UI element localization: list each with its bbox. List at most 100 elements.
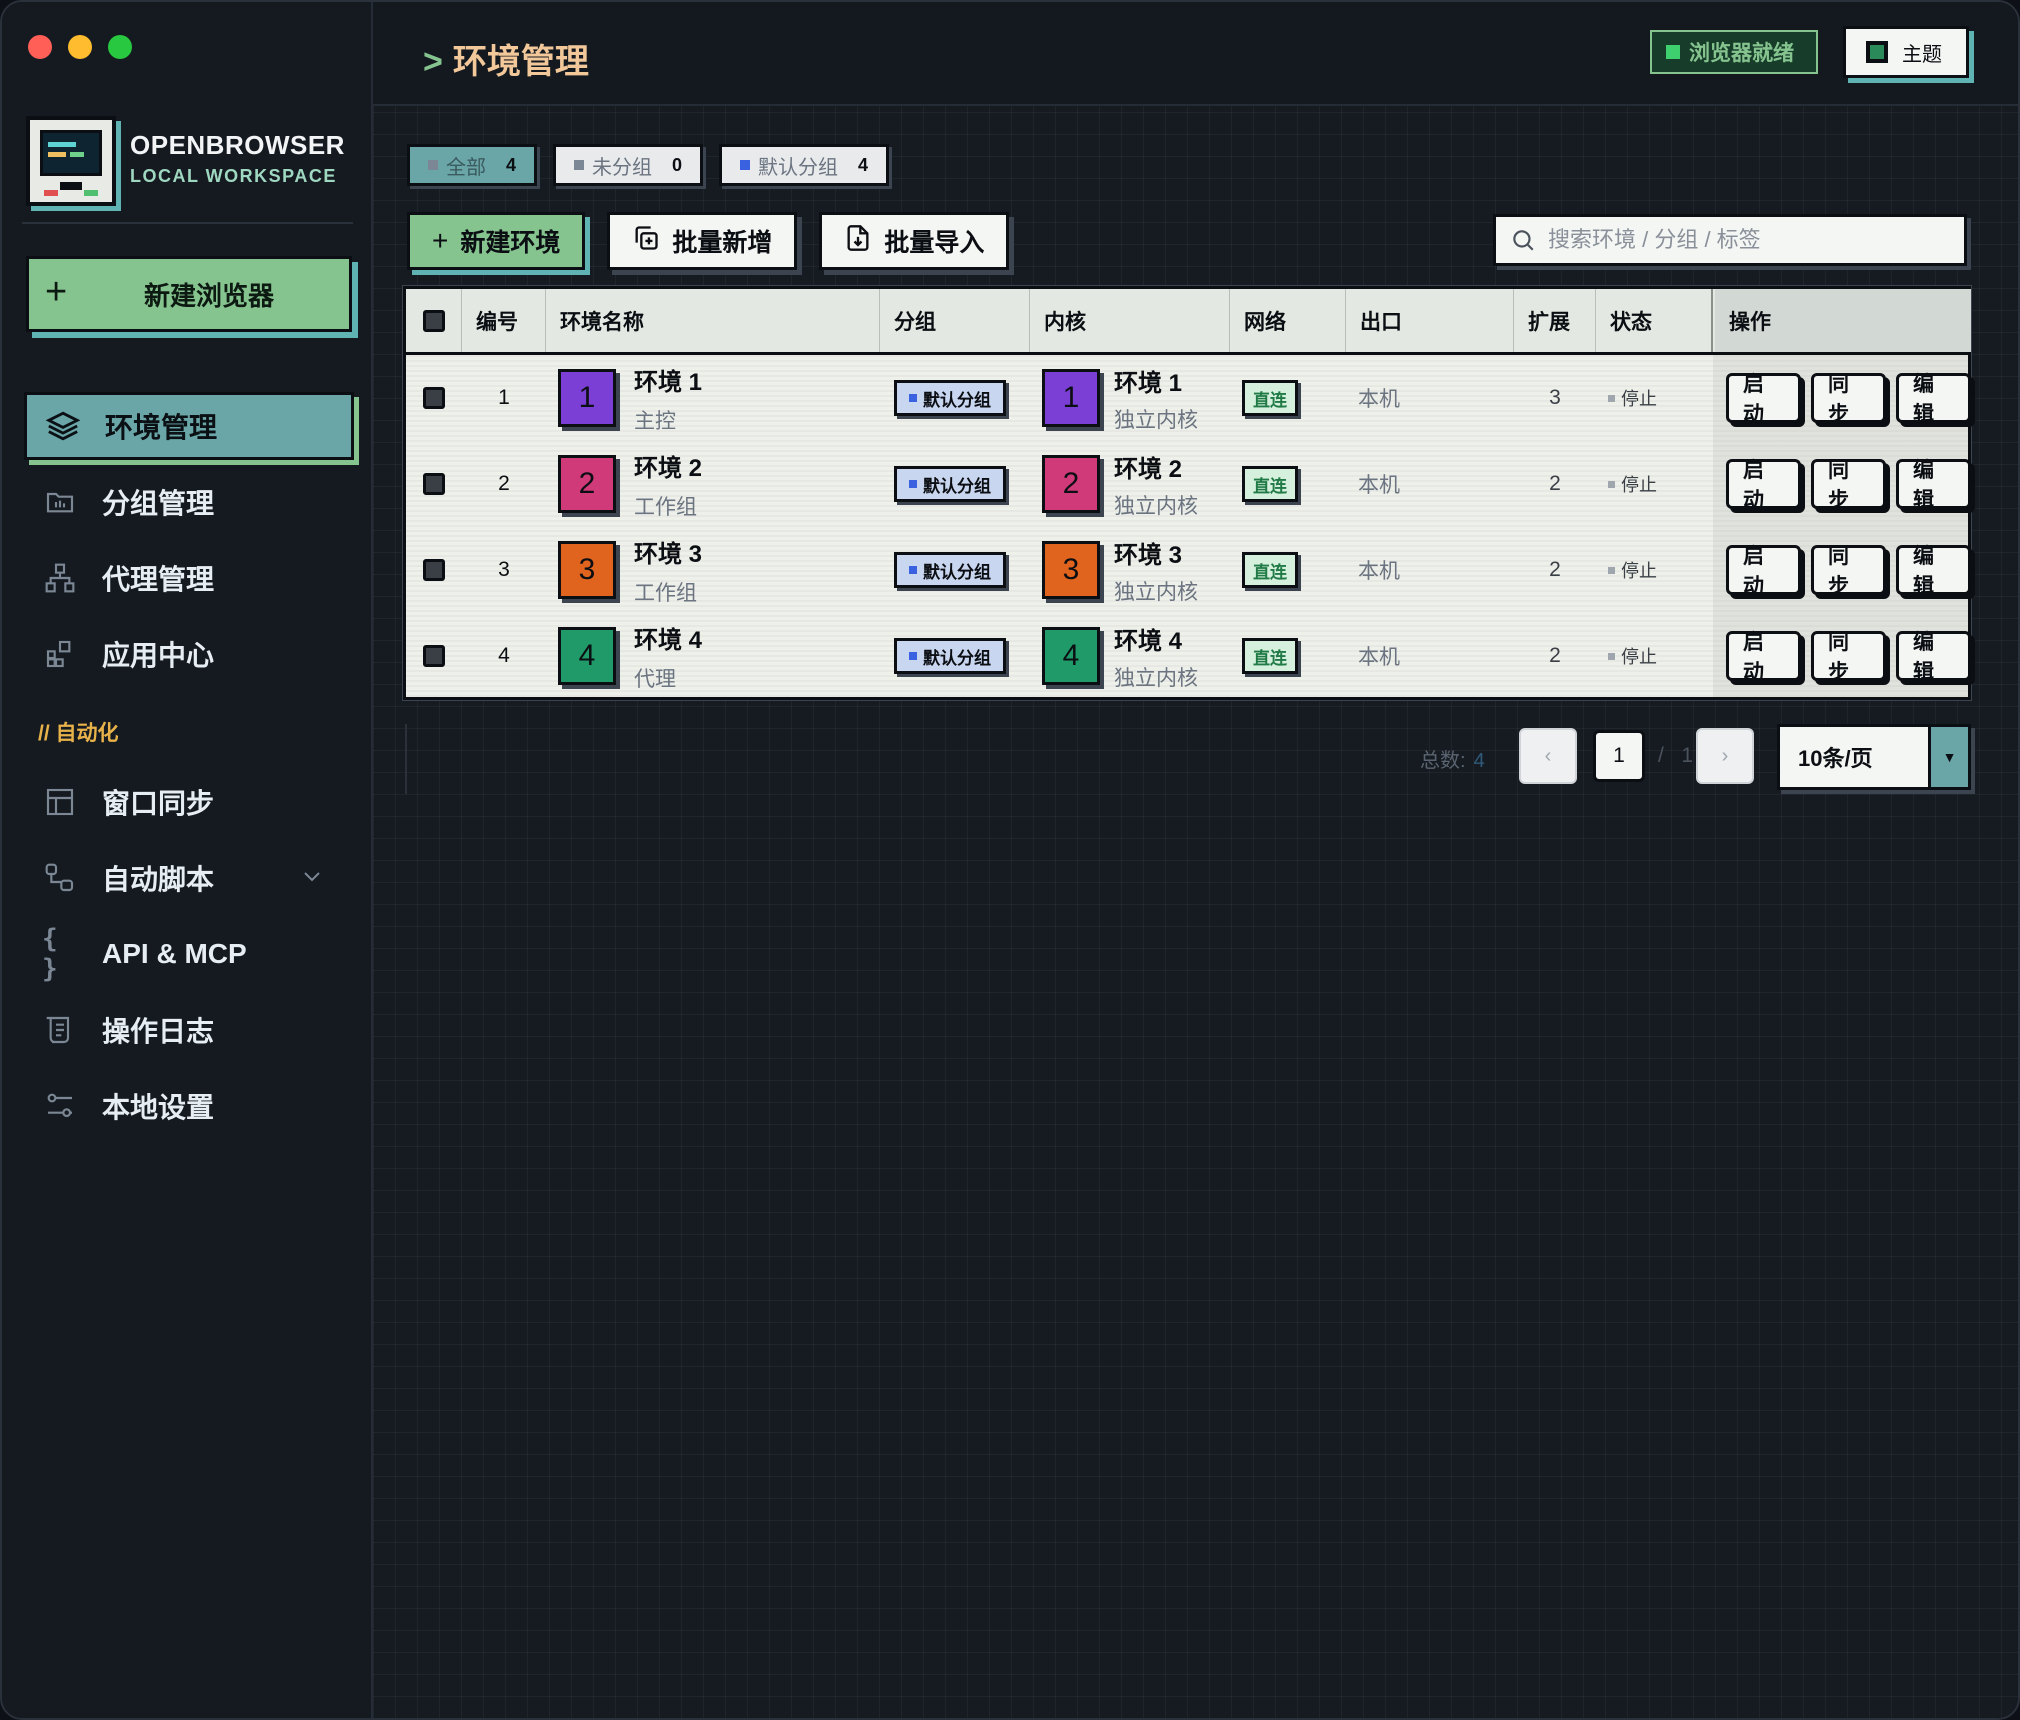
sidebar-item-auto-script[interactable]: 自动脚本 (24, 844, 354, 912)
sidebar-item-operation-log[interactable]: 操作日志 (24, 996, 354, 1064)
status-cell: 停止 (1608, 527, 1713, 613)
row-checkbox[interactable] (423, 387, 445, 409)
env-role: 主控 (634, 409, 676, 433)
row-checkbox[interactable] (423, 473, 445, 495)
close-window-button[interactable] (28, 35, 52, 59)
theme-button[interactable]: 主题 (1843, 26, 1969, 78)
exit-value: 本机 (1358, 388, 1400, 411)
actions-cell: 启动 同步 编辑 (1726, 613, 1971, 699)
column-header-id[interactable]: 编号 (462, 289, 546, 352)
env-name-cell[interactable]: 4 环境 4 代理 (558, 613, 878, 699)
filter-tab-all[interactable]: 全部 4 (407, 144, 538, 186)
column-header-network[interactable]: 网络 (1230, 289, 1346, 352)
row-select-cell (406, 527, 462, 613)
start-button[interactable]: 启动 (1726, 373, 1801, 426)
total-label: 总数: (1420, 750, 1466, 772)
exit-value: 本机 (1358, 474, 1400, 497)
batch-add-label: 批量新增 (672, 229, 773, 257)
page-separator-slash: / (1658, 744, 1664, 767)
group-dot-icon (909, 394, 917, 402)
env-name-cell[interactable]: 1 环境 1 主控 (558, 355, 878, 441)
sidebar-item-window-sync[interactable]: 窗口同步 (24, 768, 354, 836)
kernel-name: 环境 2 (1114, 455, 1183, 483)
env-avatar: 3 (558, 541, 616, 599)
page-size-select[interactable]: 10条/页 ▼ (1777, 724, 1971, 790)
env-name: 环境 2 (634, 454, 703, 482)
filter-tab-ungrouped[interactable]: 未分组 0 (553, 144, 704, 186)
network-cell: 直连 (1242, 441, 1346, 527)
sidebar-item-group-management[interactable]: 分组管理 (24, 468, 354, 536)
sync-button[interactable]: 同步 (1811, 631, 1886, 684)
row-checkbox[interactable] (423, 645, 445, 667)
sidebar-item-label: 环境管理 (105, 412, 218, 443)
network-tag: 直连 (1242, 552, 1298, 588)
zoom-window-button[interactable] (108, 35, 132, 59)
sidebar-item-app-center[interactable]: 应用中心 (24, 620, 354, 688)
column-header-exit[interactable]: 出口 (1346, 289, 1514, 352)
new-browser-button[interactable]: + 新建浏览器 (26, 256, 352, 332)
current-page-input[interactable]: 1 (1593, 730, 1645, 782)
column-header-name[interactable]: 环境名称 (546, 289, 880, 352)
start-button[interactable]: 启动 (1726, 631, 1801, 684)
group-tag-label: 默认分组 (923, 562, 991, 582)
sidebar-item-local-settings[interactable]: 本地设置 (24, 1072, 354, 1140)
sidebar-item-label: 代理管理 (102, 564, 215, 595)
search-input[interactable] (1548, 227, 1948, 253)
edit-button[interactable]: 编辑 (1896, 373, 1971, 426)
edit-button[interactable]: 编辑 (1896, 459, 1971, 512)
batch-import-button[interactable]: 批量导入 (819, 212, 1010, 270)
sidebar-item-proxy-management[interactable]: 代理管理 (24, 544, 354, 612)
select-all-checkbox[interactable] (422, 309, 445, 332)
group-tag[interactable]: 默认分组 (894, 638, 1006, 674)
kernel-type: 独立内核 (1114, 580, 1198, 604)
sliders-icon (42, 1088, 78, 1124)
filter-count: 4 (506, 154, 517, 175)
batch-add-button[interactable]: 批量新增 (607, 212, 798, 270)
group-cell: 默认分组 (894, 441, 1030, 527)
env-avatar: 4 (558, 627, 616, 685)
row-checkbox[interactable] (423, 559, 445, 581)
network-tag: 直连 (1242, 638, 1298, 674)
filter-dot-icon (574, 160, 585, 170)
sidebar-item-label: API & MCP (102, 938, 247, 969)
network-icon (42, 560, 78, 596)
extensions-count: 2 (1549, 644, 1561, 667)
filter-label: 全部 (446, 156, 486, 179)
edit-button[interactable]: 编辑 (1896, 545, 1971, 598)
sync-button[interactable]: 同步 (1811, 545, 1886, 598)
column-header-status[interactable]: 状态 (1596, 289, 1713, 352)
env-name-cell[interactable]: 2 环境 2 工作组 (558, 441, 878, 527)
actions-cell: 启动 同步 编辑 (1726, 355, 1971, 441)
sidebar-item-env-management[interactable]: 环境管理 (24, 392, 354, 460)
plus-icon: + (45, 271, 68, 313)
network-cell: 直连 (1242, 613, 1346, 699)
sidebar-item-api-mcp[interactable]: { } API & MCP (24, 920, 354, 988)
row-select-cell (406, 441, 462, 527)
status-cell: 停止 (1608, 355, 1713, 441)
group-tag[interactable]: 默认分组 (894, 380, 1006, 416)
chevron-down-icon[interactable] (300, 864, 324, 894)
start-button[interactable]: 启动 (1726, 459, 1801, 512)
sync-button[interactable]: 同步 (1811, 459, 1886, 512)
edit-button[interactable]: 编辑 (1896, 631, 1971, 684)
group-tag[interactable]: 默认分组 (894, 466, 1006, 502)
page-separator: / 1 (1658, 744, 1693, 768)
env-name-cell[interactable]: 3 环境 3 工作组 (558, 527, 878, 613)
minimize-window-button[interactable] (68, 35, 92, 59)
sync-button[interactable]: 同步 (1811, 373, 1886, 426)
filter-tab-default-group[interactable]: 默认分组 4 (719, 144, 890, 186)
status-dot-icon (1608, 566, 1615, 574)
new-environment-button[interactable]: + 新建环境 (407, 212, 586, 270)
column-header-kernel[interactable]: 内核 (1030, 289, 1230, 352)
prev-page-button[interactable]: ‹ (1519, 728, 1577, 784)
flow-icon (42, 860, 78, 896)
column-header-extensions[interactable]: 扩展 (1514, 289, 1596, 352)
actions-cell: 启动 同步 编辑 (1726, 441, 1971, 527)
actions-cell: 启动 同步 编辑 (1726, 527, 1971, 613)
table-row: 1 1 环境 1 主控 默认分组 1 环境 1 独立内核 直连 本机 3 停止 … (406, 355, 1971, 441)
column-header-group[interactable]: 分组 (880, 289, 1030, 352)
next-page-button[interactable]: › (1696, 728, 1754, 784)
extensions-count: 3 (1549, 386, 1561, 409)
start-button[interactable]: 启动 (1726, 545, 1801, 598)
group-tag[interactable]: 默认分组 (894, 552, 1006, 588)
